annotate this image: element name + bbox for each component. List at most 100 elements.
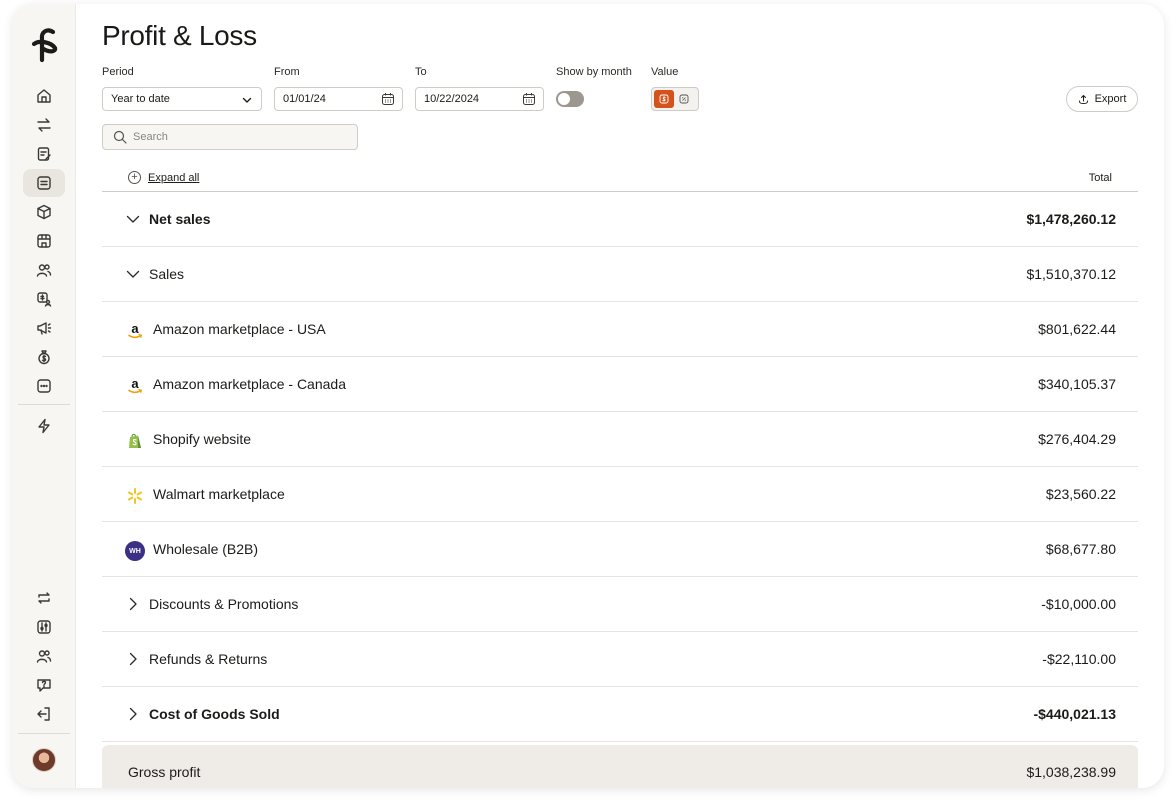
- nav-profit-loss-icon[interactable]: [23, 169, 65, 197]
- nav-reports-icon[interactable]: [23, 140, 65, 168]
- table-row[interactable]: WH Wholesale (B2B) $68,677.80: [102, 522, 1138, 577]
- sidebar: [12, 4, 76, 788]
- nav-home-icon[interactable]: [23, 82, 65, 110]
- shopify-icon: [124, 430, 146, 452]
- row-amount: $1,510,370.12: [1026, 266, 1116, 282]
- table-row[interactable]: Sales $1,510,370.12: [102, 247, 1138, 302]
- row-amount: -$440,021.13: [1033, 706, 1116, 722]
- chevron-right-icon[interactable]: [126, 652, 140, 666]
- amazon-icon: a: [124, 375, 146, 397]
- row-label: Discounts & Promotions: [149, 596, 299, 612]
- value-mode-toggle: [651, 87, 699, 111]
- nav-settings-icon[interactable]: [23, 613, 65, 641]
- nav-storefront-icon[interactable]: [23, 227, 65, 255]
- row-label: Amazon marketplace - Canada: [153, 376, 346, 392]
- wholesale-badge: WH: [125, 541, 145, 561]
- nav-customers-icon[interactable]: [23, 256, 65, 284]
- chevron-down-icon[interactable]: [126, 267, 140, 281]
- search-icon: [113, 130, 127, 144]
- calendar-icon[interactable]: [522, 92, 536, 106]
- from-label: From: [274, 66, 300, 78]
- period-label: Period: [102, 66, 134, 78]
- row-label: Cost of Goods Sold: [149, 706, 280, 722]
- wholesale-badge-icon: WH: [124, 540, 146, 562]
- nav-team-icon[interactable]: [23, 642, 65, 670]
- chevron-down-icon: [242, 97, 252, 103]
- main-content: Profit & Loss Period Year to date From 0…: [102, 4, 1142, 788]
- page-title: Profit & Loss: [102, 20, 257, 51]
- from-date-field[interactable]: 01/01/24: [274, 87, 403, 111]
- search-input[interactable]: [133, 131, 357, 143]
- svg-text:a: a: [131, 322, 139, 336]
- value-label: Value: [651, 66, 679, 78]
- amazon-icon: a: [124, 320, 146, 342]
- expand-all-label: Expand all: [148, 171, 200, 184]
- value-percent-button[interactable]: [674, 90, 694, 108]
- row-label: Walmart marketplace: [153, 486, 285, 502]
- row-label: Net sales: [149, 211, 211, 227]
- nav-sync-icon[interactable]: [23, 584, 65, 612]
- search-box: [102, 124, 358, 150]
- percent-icon: [679, 94, 689, 104]
- table-row[interactable]: Cost of Goods Sold -$440,021.13: [102, 687, 1138, 742]
- table-row[interactable]: Shopify website $276,404.29: [102, 412, 1138, 467]
- row-amount: -$22,110.00: [1042, 651, 1116, 667]
- table-header: + Expand all Total: [102, 168, 1138, 192]
- table-row[interactable]: Net sales $1,478,260.12: [102, 192, 1138, 247]
- row-label: Gross profit: [128, 764, 201, 780]
- row-label: Sales: [149, 266, 185, 282]
- table-row[interactable]: a Amazon marketplace - Canada $340,105.3…: [102, 357, 1138, 412]
- period-value: Year to date: [111, 93, 170, 105]
- nav-transfers-icon[interactable]: [23, 111, 65, 139]
- row-label: Wholesale (B2B): [153, 541, 259, 557]
- user-avatar[interactable]: [32, 748, 56, 772]
- row-amount: $340,105.37: [1038, 376, 1116, 392]
- row-label: Refunds & Returns: [149, 651, 268, 667]
- app-window: Profit & Loss Period Year to date From 0…: [12, 4, 1164, 788]
- expand-all-button[interactable]: + Expand all: [128, 171, 199, 184]
- nav-more-icon[interactable]: [23, 372, 65, 400]
- calendar-icon[interactable]: [381, 92, 395, 106]
- table-row[interactable]: a Amazon marketplace - USA $801,622.44: [102, 302, 1138, 357]
- to-label: To: [415, 66, 427, 78]
- table-row[interactable]: Refunds & Returns -$22,110.00: [102, 632, 1138, 687]
- row-amount: $1,478,260.12: [1026, 211, 1116, 227]
- row-amount: $23,560.22: [1045, 486, 1116, 502]
- row-amount: $68,677.80: [1045, 541, 1116, 557]
- export-button[interactable]: Export: [1066, 86, 1138, 112]
- total-column-header: Total: [1088, 172, 1112, 184]
- row-amount: $1,038,238.99: [1026, 764, 1116, 780]
- brand-logo[interactable]: [29, 24, 61, 64]
- nav-payroll-icon[interactable]: [23, 285, 65, 313]
- show-by-month-label: Show by month: [556, 66, 632, 78]
- chevron-right-icon[interactable]: [126, 597, 140, 611]
- nav-help-icon[interactable]: [23, 671, 65, 699]
- nav-inventory-icon[interactable]: [23, 198, 65, 226]
- row-label: Shopify website: [153, 431, 252, 447]
- export-label: Export: [1094, 93, 1127, 105]
- dollar-icon: [659, 94, 669, 104]
- nav-money-bag-icon[interactable]: [23, 343, 65, 371]
- sidebar-divider: [18, 733, 70, 734]
- nav-marketing-icon[interactable]: [23, 314, 65, 342]
- to-date-field[interactable]: 10/22/2024: [415, 87, 544, 111]
- table-row[interactable]: Walmart marketplace $23,560.22: [102, 467, 1138, 522]
- sidebar-divider: [18, 404, 70, 405]
- export-icon: [1078, 94, 1088, 104]
- svg-text:a: a: [131, 377, 139, 391]
- nav-automation-icon[interactable]: [23, 412, 65, 440]
- value-dollar-button[interactable]: [654, 90, 674, 108]
- nav-logout-icon[interactable]: [23, 700, 65, 728]
- from-date-value: 01/01/24: [283, 93, 326, 105]
- table-row[interactable]: Discounts & Promotions -$10,000.00: [102, 577, 1138, 632]
- plus-circle-icon: +: [128, 171, 141, 184]
- row-label: Amazon marketplace - USA: [153, 321, 326, 337]
- chevron-down-icon[interactable]: [126, 212, 140, 226]
- gross-profit-row: Gross profit $1,038,238.99: [102, 745, 1138, 788]
- show-by-month-toggle[interactable]: [556, 91, 584, 107]
- to-date-value: 10/22/2024: [424, 93, 480, 105]
- row-amount: $801,622.44: [1038, 321, 1116, 337]
- chevron-right-icon[interactable]: [126, 707, 140, 721]
- row-amount: -$10,000.00: [1041, 596, 1116, 612]
- period-select[interactable]: Year to date: [102, 87, 262, 111]
